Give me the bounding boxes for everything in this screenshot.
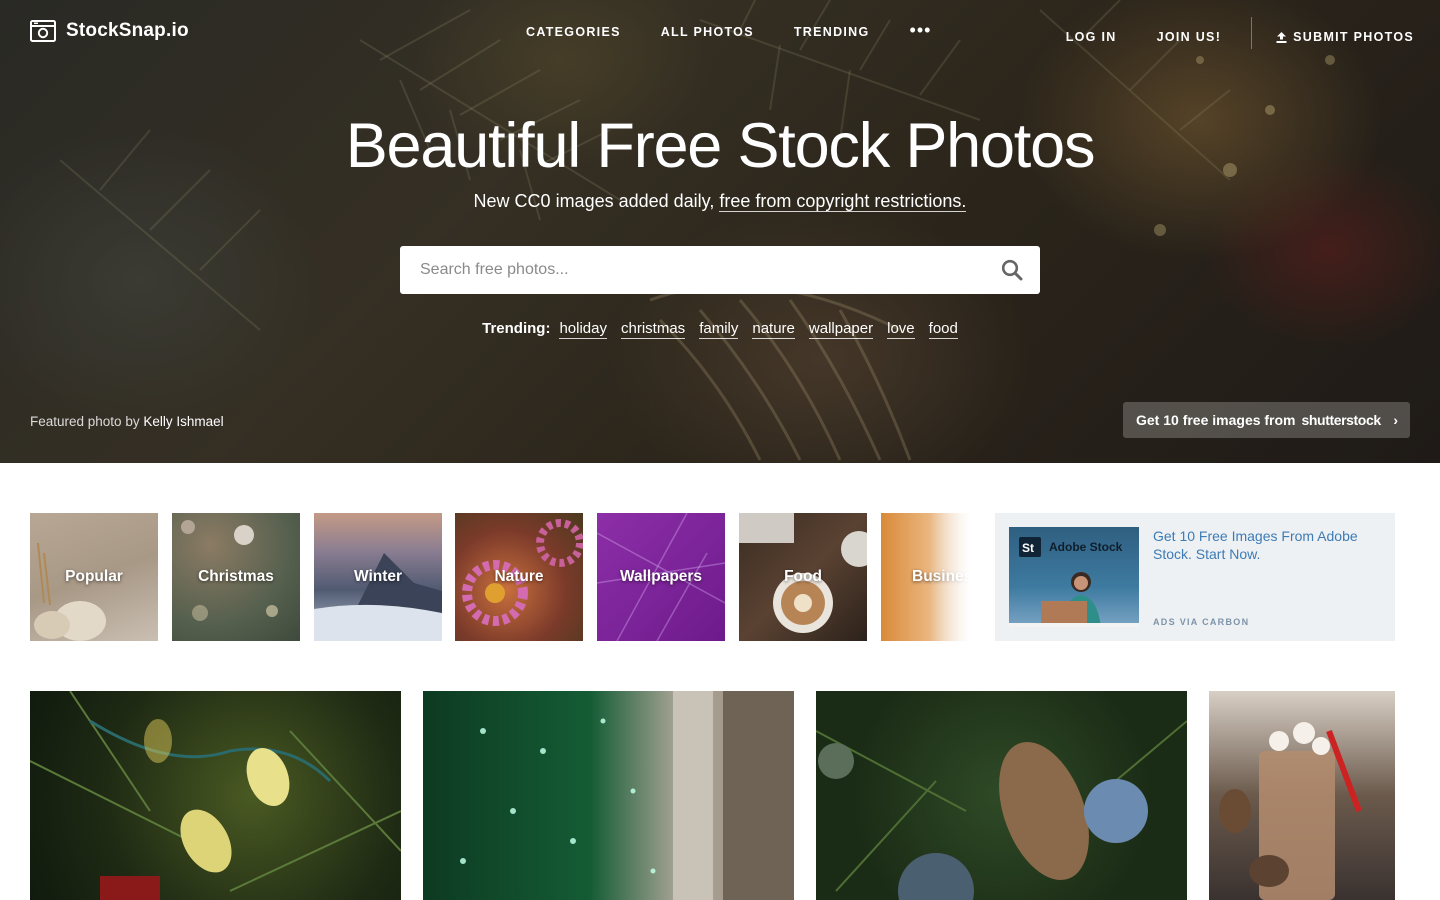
featured-prefix: Featured photo by bbox=[30, 414, 140, 429]
photo-hot-chocolate[interactable] bbox=[1209, 691, 1395, 900]
trend-tag-christmas[interactable]: christmas bbox=[621, 320, 686, 339]
photo-christmas-tree[interactable] bbox=[423, 691, 794, 900]
ad-illustration: St Adobe Stock bbox=[1009, 537, 1139, 627]
featured-author-link[interactable]: Kelly Ishmael bbox=[143, 414, 223, 429]
photo-christmas-tree-image bbox=[460, 691, 794, 900]
search-box bbox=[400, 246, 1040, 294]
camera-icon bbox=[30, 20, 56, 42]
site-logo[interactable]: StockSnap.io bbox=[30, 20, 189, 42]
hero-title: Beautiful Free Stock Photos bbox=[345, 111, 1096, 181]
photo-christmas-lights-image bbox=[30, 691, 401, 900]
nav-categories[interactable]: CATEGORIES bbox=[526, 25, 621, 39]
carbon-ad[interactable]: St Adobe Stock Get 10 Free Images From A… bbox=[995, 513, 1395, 641]
category-label: Nature bbox=[494, 568, 544, 585]
trend-tag-holiday[interactable]: holiday bbox=[559, 320, 607, 339]
trending-label: Trending: bbox=[482, 320, 551, 337]
category-fade bbox=[930, 513, 970, 641]
nav-trending[interactable]: TRENDING bbox=[794, 25, 870, 39]
logo-text: StockSnap.io bbox=[66, 20, 189, 41]
nav-log-in[interactable]: LOG IN bbox=[1066, 30, 1117, 44]
trend-tag-nature[interactable]: nature bbox=[752, 320, 795, 339]
ad-badge: St bbox=[1022, 541, 1034, 555]
category-label: Wallpapers bbox=[619, 568, 703, 585]
ad-brand: Adobe Stock bbox=[1049, 540, 1123, 554]
ad-via-carbon: ADS VIA CARBON bbox=[1153, 617, 1250, 627]
upload-icon bbox=[1276, 31, 1287, 43]
hero-subtitle: New CC0 images added daily, free from co… bbox=[0, 191, 1440, 212]
account-nav: LOG IN JOIN US! SUBMIT PHOTOS bbox=[1066, 17, 1414, 49]
category-popular[interactable]: Popular bbox=[30, 513, 158, 641]
search-icon bbox=[1001, 259, 1023, 281]
hero-section: StockSnap.io CATEGORIES ALL PHOTOS TREND… bbox=[0, 0, 1440, 463]
ad-image: St Adobe Stock bbox=[1009, 527, 1139, 627]
more-menu-icon[interactable]: ••• bbox=[910, 21, 932, 39]
trend-tag-wallpaper[interactable]: wallpaper bbox=[808, 320, 874, 339]
submit-photos-link[interactable]: SUBMIT PHOTOS bbox=[1276, 30, 1414, 44]
promo-text: Get 10 free images from bbox=[1136, 412, 1296, 428]
submit-photos-label: SUBMIT PHOTOS bbox=[1293, 30, 1414, 44]
top-nav: StockSnap.io CATEGORIES ALL PHOTOS TREND… bbox=[0, 0, 1440, 64]
main-nav: CATEGORIES ALL PHOTOS TRENDING ••• bbox=[526, 21, 932, 39]
hero-overlay bbox=[0, 0, 1440, 463]
hero-subtitle-text: New CC0 images added daily, bbox=[473, 191, 715, 211]
category-label: Popular bbox=[65, 568, 123, 585]
trend-tag-food[interactable]: food bbox=[928, 320, 958, 339]
copyright-info-link[interactable]: free from copyright restrictions. bbox=[719, 191, 967, 212]
photo-pinecone-ornaments[interactable] bbox=[816, 691, 1187, 900]
search-button[interactable] bbox=[984, 246, 1040, 294]
shutterstock-promo-button[interactable]: Get 10 free images from shutterstock › bbox=[1123, 402, 1410, 438]
category-winter[interactable]: Winter bbox=[314, 513, 442, 641]
category-wallpapers[interactable]: Wallpapers bbox=[597, 513, 725, 641]
category-food[interactable]: Food bbox=[739, 513, 867, 641]
trend-tag-family[interactable]: family bbox=[699, 320, 739, 339]
trend-tag-love[interactable]: love bbox=[887, 320, 915, 339]
ad-text: Get 10 Free Images From Adobe Stock. Sta… bbox=[1153, 528, 1358, 562]
category-label: Food bbox=[784, 568, 822, 585]
category-nature[interactable]: Nature bbox=[455, 513, 583, 641]
nav-join[interactable]: JOIN US! bbox=[1157, 30, 1222, 44]
trending-tags: Trending: holiday christmas family natur… bbox=[0, 320, 1440, 339]
chevron-right-icon: › bbox=[1393, 412, 1398, 428]
category-label: Christmas bbox=[198, 568, 274, 585]
photo-christmas-lights[interactable] bbox=[30, 691, 401, 900]
nav-all-photos[interactable]: ALL PHOTOS bbox=[661, 25, 754, 39]
photo-pinecone-ornaments-image bbox=[816, 720, 1187, 900]
featured-photo-credit: Featured photo by Kelly Ishmael bbox=[30, 414, 224, 429]
shutterstock-logo: shutterstock bbox=[1301, 412, 1382, 428]
category-row: Popular Christmas Winter Nature Wallpape… bbox=[30, 513, 970, 641]
category-christmas[interactable]: Christmas bbox=[172, 513, 300, 641]
photo-hot-chocolate-image bbox=[1219, 722, 1362, 900]
search-input[interactable] bbox=[400, 246, 984, 294]
nav-divider bbox=[1251, 17, 1253, 49]
category-label: Winter bbox=[353, 568, 403, 585]
